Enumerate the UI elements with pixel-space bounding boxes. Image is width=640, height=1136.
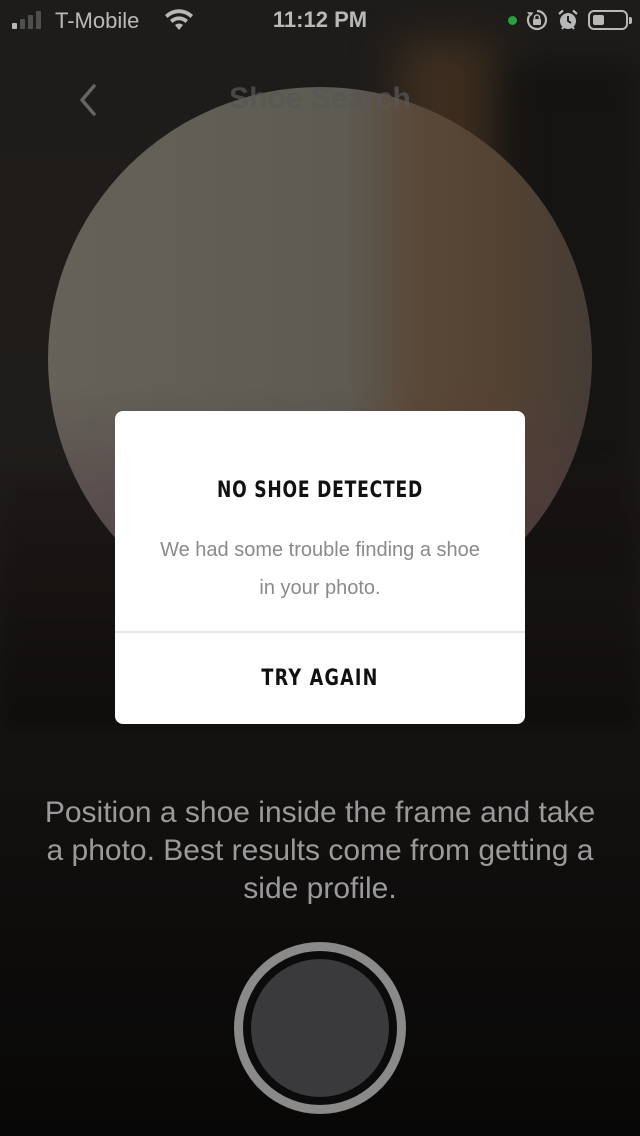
no-shoe-detected-dialog: NO SHOE DETECTED We had some trouble fin…: [115, 411, 525, 724]
try-again-button[interactable]: TRY AGAIN: [115, 633, 525, 724]
dialog-message: We had some trouble finding a shoe in yo…: [160, 539, 480, 599]
try-again-label: TRY AGAIN: [261, 666, 379, 691]
capture-instructions: Position a shoe inside the frame and tak…: [44, 796, 596, 905]
shoe-search-camera-screen: T-Mobile 11:12 PM Shoe Search NO SHOE DE…: [0, 0, 640, 1136]
dialog-title: NO SHOE DETECTED: [216, 478, 424, 503]
shutter-inner: [251, 959, 389, 1097]
shutter-button[interactable]: [234, 942, 406, 1114]
